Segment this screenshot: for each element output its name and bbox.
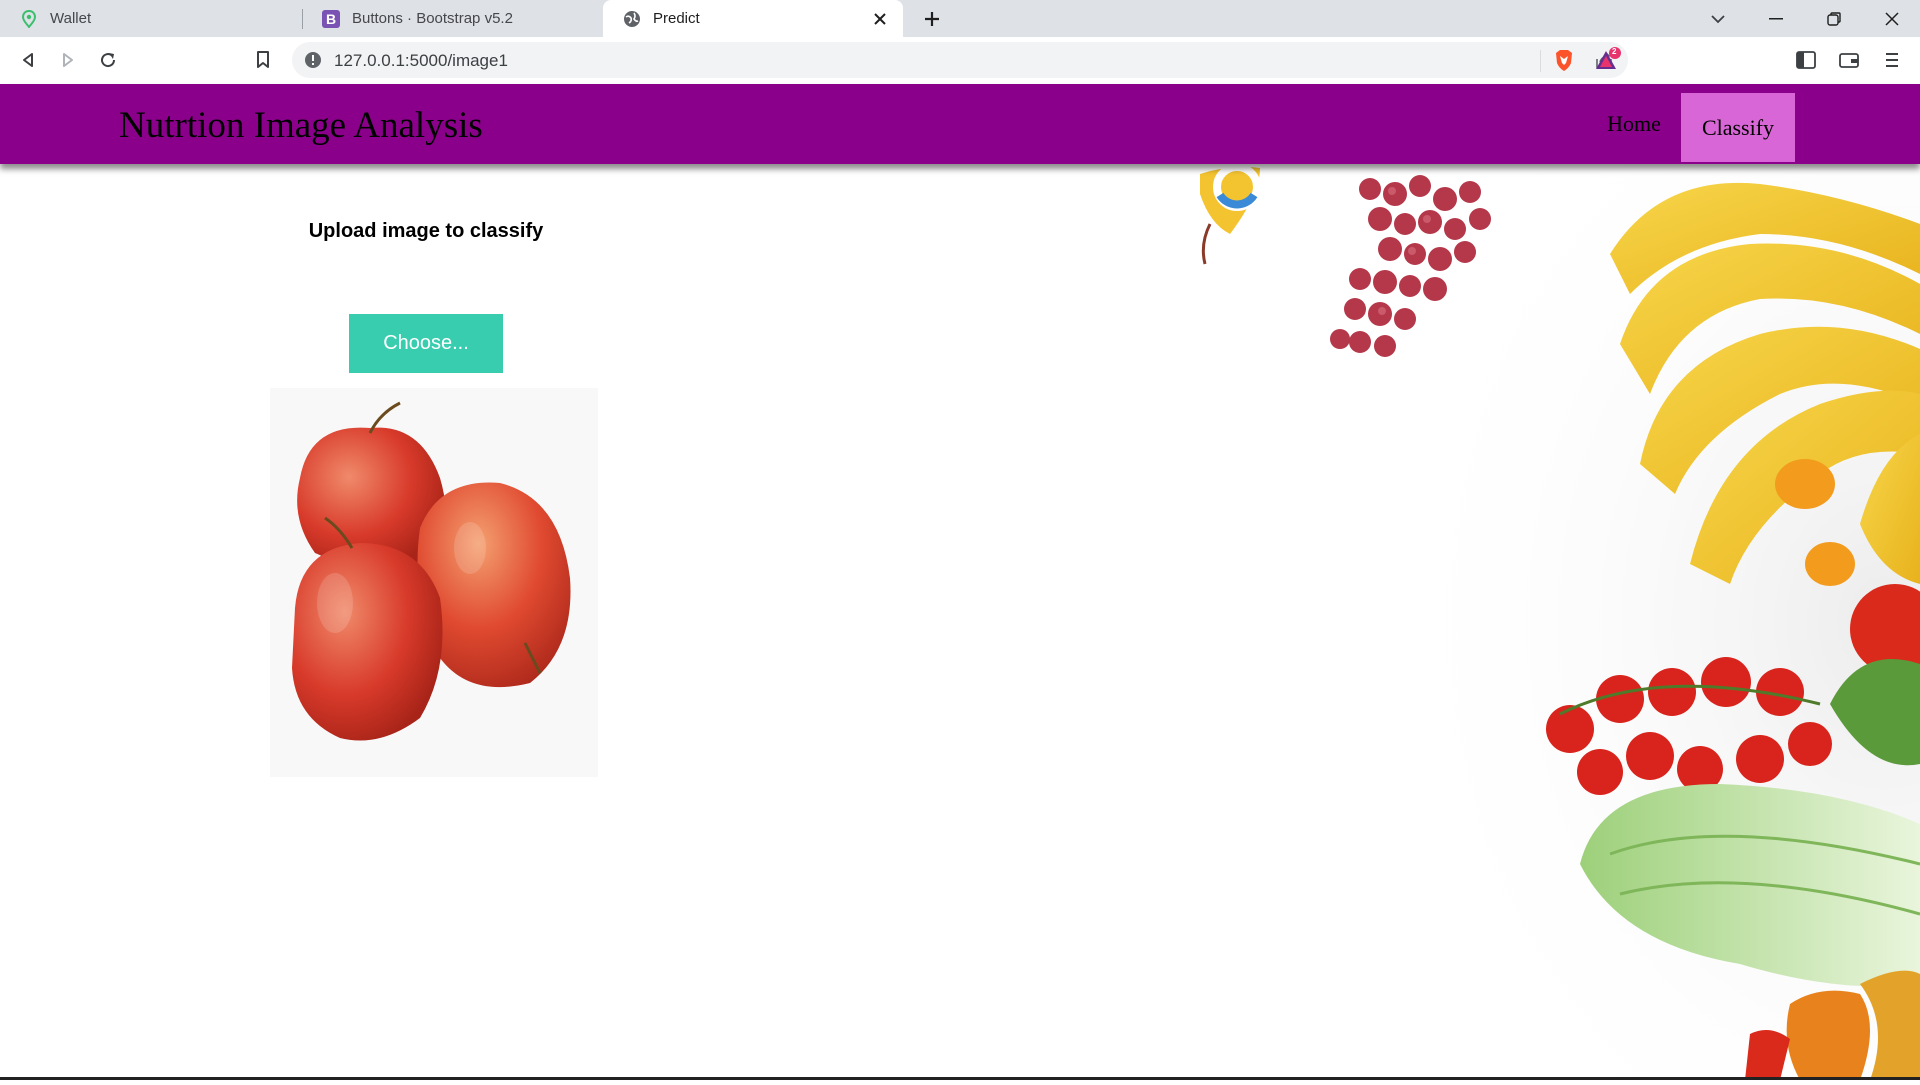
- loading-spinner-icon: [1211, 161, 1263, 213]
- tab-predict[interactable]: Predict: [603, 0, 903, 37]
- wallet-icon: [20, 9, 38, 28]
- sidebar-icon[interactable]: [1792, 46, 1820, 74]
- tab-wallet[interactable]: Wallet: [0, 0, 300, 37]
- browser-toolbar: 127.0.0.1:5000/image1 2: [0, 37, 1920, 85]
- produce-background-image: [960, 164, 1920, 1080]
- globe-icon: [623, 10, 641, 28]
- preview-image: [270, 388, 598, 777]
- forward-icon[interactable]: [54, 46, 82, 74]
- toolbar-divider: [1540, 50, 1541, 72]
- site-info-icon[interactable]: [304, 51, 322, 74]
- nav-classify-link[interactable]: Classify: [1681, 93, 1795, 162]
- address-bar[interactable]: 127.0.0.1:5000/image1: [292, 42, 1628, 78]
- tab-title: Buttons · Bootstrap v5.2: [352, 10, 513, 27]
- minimize-icon[interactable]: [1748, 0, 1804, 37]
- restore-icon[interactable]: [1806, 0, 1862, 37]
- tab-search-icon[interactable]: [1690, 0, 1746, 37]
- tab-bootstrap[interactable]: B Buttons · Bootstrap v5.2: [302, 0, 602, 37]
- menu-icon[interactable]: [1878, 46, 1906, 74]
- choose-file-button[interactable]: Choose...: [349, 314, 503, 373]
- tab-title: Wallet: [50, 10, 92, 27]
- bootstrap-icon: B: [322, 9, 340, 28]
- brave-shield-icon[interactable]: [1550, 46, 1578, 74]
- wallet-toolbar-icon[interactable]: [1835, 46, 1863, 74]
- brand-title[interactable]: Nutrtion Image Analysis: [119, 104, 483, 147]
- tab-strip: Wallet B Buttons · Bootstrap v5.2 Predic…: [0, 0, 1920, 37]
- site-navbar: Nutrtion Image Analysis Home Classify: [0, 84, 1920, 164]
- reload-icon[interactable]: [94, 46, 122, 74]
- back-icon[interactable]: [14, 46, 42, 74]
- upload-heading: Upload image to classify: [308, 220, 544, 242]
- apples-image: [292, 401, 571, 741]
- bookmark-icon[interactable]: [249, 46, 277, 74]
- notification-badge: 2: [1612, 47, 1617, 56]
- close-window-icon[interactable]: [1864, 0, 1920, 37]
- rewards-icon[interactable]: 2: [1594, 46, 1622, 74]
- url-text[interactable]: 127.0.0.1:5000/image1: [334, 51, 508, 71]
- tab-title: Predict: [653, 10, 700, 27]
- close-tab-icon[interactable]: [871, 10, 889, 28]
- nav-home-link[interactable]: Home: [1594, 84, 1674, 164]
- new-tab-icon[interactable]: [918, 5, 946, 33]
